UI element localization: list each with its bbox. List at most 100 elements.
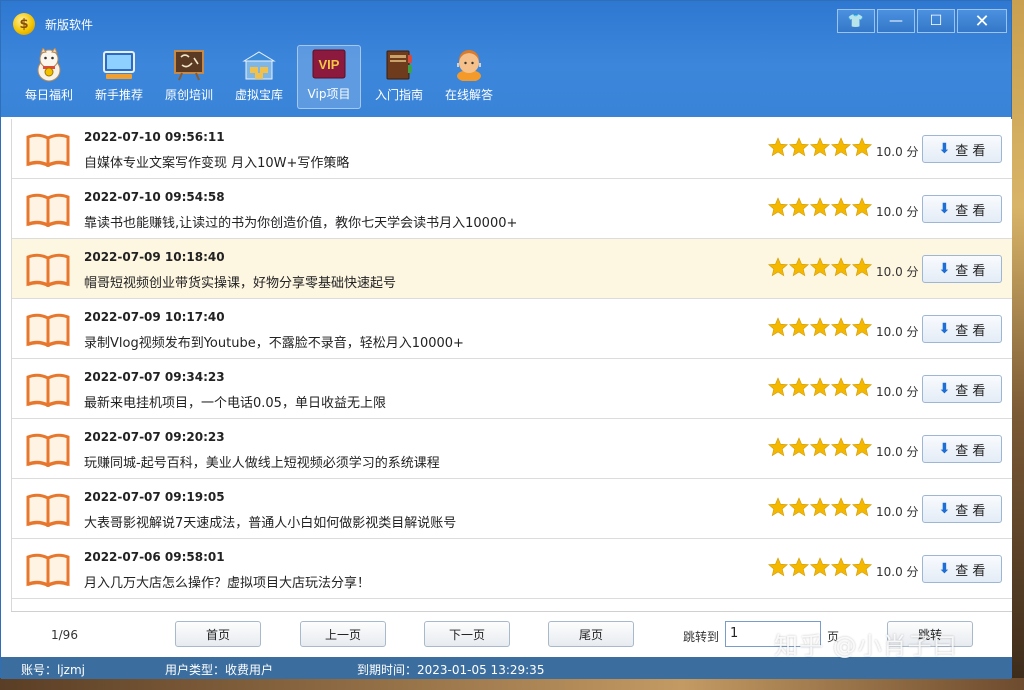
star-icon xyxy=(767,437,789,461)
star-icon xyxy=(830,557,852,581)
view-button[interactable]: ⬇ 查 看 xyxy=(922,195,1002,223)
star-icon xyxy=(767,257,789,281)
view-button[interactable]: ⬇ 查 看 xyxy=(922,255,1002,283)
toolbar-item-training[interactable]: 原创培训 xyxy=(157,45,221,109)
first-page-button[interactable]: 首页 xyxy=(175,621,261,647)
star-icon xyxy=(788,377,810,401)
view-button[interactable]: ⬇ 查 看 xyxy=(922,435,1002,463)
star-icon xyxy=(809,197,831,221)
item-date: 2022-07-07 09:34:23 xyxy=(84,370,225,384)
view-button[interactable]: ⬇ 查 看 xyxy=(922,495,1002,523)
toolbar-item-daily-welfare[interactable]: 每日福利 xyxy=(17,45,81,109)
desktop-background-edge xyxy=(1012,0,1024,690)
maximize-button[interactable]: ☐ xyxy=(917,9,955,33)
book-icon xyxy=(26,131,70,168)
toolbar-item-vip[interactable]: VIP Vip项目 xyxy=(297,45,361,109)
star-icon xyxy=(830,137,852,161)
book-icon xyxy=(26,431,70,468)
score-suffix: 分 xyxy=(906,265,919,279)
last-page-button[interactable]: 尾页 xyxy=(548,621,634,647)
download-arrow-icon: ⬇ xyxy=(938,561,951,577)
jump-label: 跳转到 xyxy=(683,630,720,644)
toolbar-item-guide[interactable]: 入门指南 xyxy=(367,45,431,109)
star-icon xyxy=(788,437,810,461)
star-icon xyxy=(809,317,831,341)
download-arrow-icon: ⬇ xyxy=(938,441,951,457)
star-icon xyxy=(851,437,873,461)
list-item[interactable]: 2022-07-06 09:58:01 月入几万大店怎么操作？虚拟项目大店玩法分享… xyxy=(12,539,1012,599)
close-icon: ✕ xyxy=(974,10,990,32)
close-button[interactable]: ✕ xyxy=(957,9,1007,33)
rating-stars xyxy=(767,437,873,461)
toolbar-item-newbie[interactable]: 新手推荐 xyxy=(87,45,151,109)
star-icon xyxy=(851,137,873,161)
item-title[interactable]: 靠读书也能赚钱,让读过的书为你创造价值，教你七天学会读书月入10000+ xyxy=(84,212,517,231)
expire-time-label: 到期时间：2023-01-05 13:29:35 xyxy=(357,663,545,677)
star-icon xyxy=(851,497,873,521)
rating-stars xyxy=(767,197,873,221)
item-title[interactable]: 最新来电挂机项目，一个电话0.05，单日收益无上限 xyxy=(84,392,386,411)
list-item[interactable]: 2022-07-07 09:19:05 大表哥影视解说7天速成法，普通人小白如何做… xyxy=(12,479,1012,539)
minimize-button[interactable]: — xyxy=(877,9,915,33)
view-button[interactable]: ⬇ 查 看 xyxy=(922,555,1002,583)
star-icon xyxy=(809,137,831,161)
next-page-button[interactable]: 下一页 xyxy=(424,621,510,647)
score-value: 10.0 xyxy=(876,505,903,519)
item-title[interactable]: 录制Vlog视频发布到Youtube，不露脸不录音，轻松月入10000+ xyxy=(84,332,464,351)
item-title[interactable]: 月入几万大店怎么操作？虚拟项目大店玩法分享！ xyxy=(84,572,370,591)
rating-stars xyxy=(767,137,873,161)
prev-page-button[interactable]: 上一页 xyxy=(300,621,386,647)
view-button[interactable]: ⬇ 查 看 xyxy=(922,315,1002,343)
download-arrow-icon: ⬇ xyxy=(938,261,951,277)
item-title[interactable]: 帽哥短视频创业带货实操课，好物分享零基础快速起号 xyxy=(84,272,396,291)
list-item[interactable]: 2022-07-07 09:34:23 最新来电挂机项目，一个电话0.05，单日收… xyxy=(12,359,1012,419)
vip-icon: VIP xyxy=(311,47,347,81)
score-suffix: 分 xyxy=(906,145,919,159)
toolbar-label: 在线解答 xyxy=(444,88,493,102)
star-icon xyxy=(767,557,789,581)
page-indicator: 1/96 xyxy=(51,628,78,642)
download-arrow-icon: ⬇ xyxy=(938,201,951,217)
window-title: 新版软件 xyxy=(45,18,94,32)
list-item[interactable]: 2022-07-10 09:56:11 自媒体专业文案写作变现 月入10W+写作策… xyxy=(12,119,1012,179)
score-suffix: 分 xyxy=(906,205,919,219)
star-icon xyxy=(767,377,789,401)
item-title[interactable]: 大表哥影视解说7天速成法，普通人小白如何做影视类目解说账号 xyxy=(84,512,456,531)
star-icon xyxy=(830,197,852,221)
star-icon xyxy=(809,257,831,281)
skin-button[interactable]: 👕 xyxy=(837,9,875,33)
view-button[interactable]: ⬇ 查 看 xyxy=(922,375,1002,403)
toolbar-item-online-help[interactable]: 在线解答 xyxy=(437,45,501,109)
star-icon xyxy=(830,377,852,401)
star-icon xyxy=(809,377,831,401)
book-icon xyxy=(26,311,70,348)
star-icon xyxy=(830,437,852,461)
star-icon xyxy=(830,317,852,341)
item-score: 10.0 分 xyxy=(876,383,919,400)
item-title[interactable]: 自媒体专业文案写作变现 月入10W+写作策略 xyxy=(84,152,349,171)
item-score: 10.0 分 xyxy=(876,263,919,280)
list-item[interactable]: 2022-07-10 09:54:58 靠读书也能赚钱,让读过的书为你创造价值，教… xyxy=(12,179,1012,239)
star-icon xyxy=(767,497,789,521)
download-arrow-icon: ⬇ xyxy=(938,381,951,397)
view-button[interactable]: ⬇ 查 看 xyxy=(922,135,1002,163)
score-value: 10.0 xyxy=(876,145,903,159)
view-button-label: 查 看 xyxy=(955,323,986,339)
item-title[interactable]: 玩赚同城-起号百科，美业人做线上短视频必须学习的系统课程 xyxy=(84,452,440,471)
list-item[interactable]: 2022-07-09 10:17:40 录制Vlog视频发布到Youtube，不露… xyxy=(12,299,1012,359)
item-date: 2022-07-06 09:58:01 xyxy=(84,550,225,564)
download-arrow-icon: ⬇ xyxy=(938,501,951,517)
view-button-label: 查 看 xyxy=(955,263,986,279)
view-button-label: 查 看 xyxy=(955,563,986,579)
rating-stars xyxy=(767,257,873,281)
list-item[interactable]: 2022-07-09 10:18:40 帽哥短视频创业带货实操课，好物分享零基础快… xyxy=(12,239,1012,299)
rating-stars xyxy=(767,377,873,401)
star-icon xyxy=(809,497,831,521)
maximize-icon: ☐ xyxy=(929,13,943,29)
list-item[interactable]: 2022-07-07 09:20:23 玩赚同城-起号百科，美业人做线上短视频必须… xyxy=(12,419,1012,479)
view-button-label: 查 看 xyxy=(955,383,986,399)
item-date: 2022-07-09 10:17:40 xyxy=(84,310,225,324)
score-value: 10.0 xyxy=(876,265,903,279)
toolbar-item-virtual-vault[interactable]: 虚拟宝库 xyxy=(227,45,291,109)
star-icon xyxy=(851,557,873,581)
